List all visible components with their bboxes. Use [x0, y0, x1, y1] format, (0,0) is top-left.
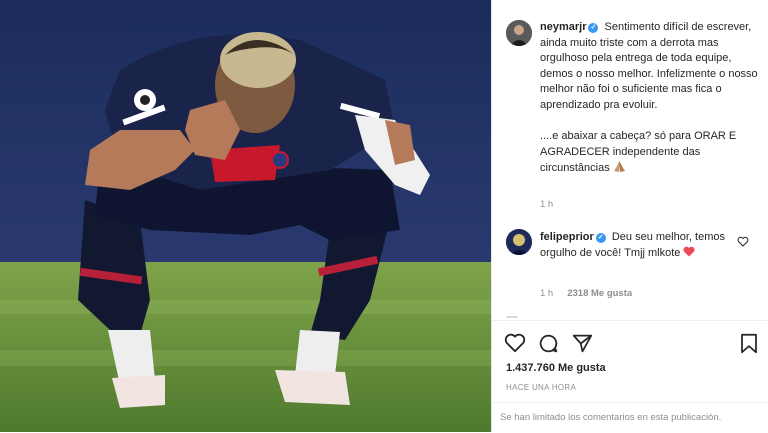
- commenter-avatar[interactable]: [506, 229, 532, 255]
- comment-meta: 1 h 2318 Me gusta: [540, 288, 632, 299]
- caption-paragraph-1: Sentimento difícil de escrever, ainda mu…: [540, 21, 758, 111]
- comments-limited-notice: Se han limitado los comentarios en esta …: [492, 402, 768, 432]
- post-timestamp[interactable]: HACE UNA HORA: [506, 383, 576, 392]
- share-icon[interactable]: [572, 333, 593, 354]
- caption: neymarjr ✓ Sentimento difícil de escrever…: [540, 20, 758, 177]
- comment-icon[interactable]: [538, 333, 559, 354]
- comments-list[interactable]: neymarjr ✓ Sentimento difícil de escrever…: [492, 0, 768, 320]
- verified-badge-icon: ✓: [588, 23, 599, 33]
- caption-timestamp[interactable]: 1 h: [540, 199, 553, 210]
- bookmark-icon[interactable]: [740, 333, 758, 354]
- post-sidebar: neymarjr ✓ Sentimento difícil de escrever…: [491, 0, 768, 432]
- comment: felipeprior ✓ Deu seu melhor, temos orgul…: [540, 230, 730, 261]
- next-comment-hint: [506, 316, 518, 318]
- verified-badge-icon: ✓: [595, 233, 606, 243]
- red-heart-icon: [683, 246, 696, 257]
- praying-hands-icon: [613, 161, 625, 173]
- commenter-username[interactable]: felipeprior: [540, 231, 594, 243]
- commenter-avatar-image: [506, 229, 532, 255]
- comment-likes[interactable]: 2318 Me gusta: [567, 288, 632, 299]
- post-actions: 1.437.760 Me gusta HACE UNA HORA: [492, 320, 768, 403]
- like-comment-heart-icon[interactable]: [737, 236, 749, 247]
- caption-paragraph-2: ....e abaixar a cabeça? só para ORAR E A…: [540, 130, 737, 175]
- author-username[interactable]: neymarjr: [540, 21, 586, 33]
- author-avatar-image: [506, 20, 532, 46]
- likes-count[interactable]: 1.437.760 Me gusta: [506, 362, 606, 374]
- player-photo-illustration: [0, 0, 491, 432]
- author-avatar[interactable]: [506, 20, 532, 46]
- comment-timestamp[interactable]: 1 h: [540, 288, 553, 299]
- post-photo[interactable]: [0, 0, 491, 432]
- heart-icon[interactable]: [504, 333, 526, 353]
